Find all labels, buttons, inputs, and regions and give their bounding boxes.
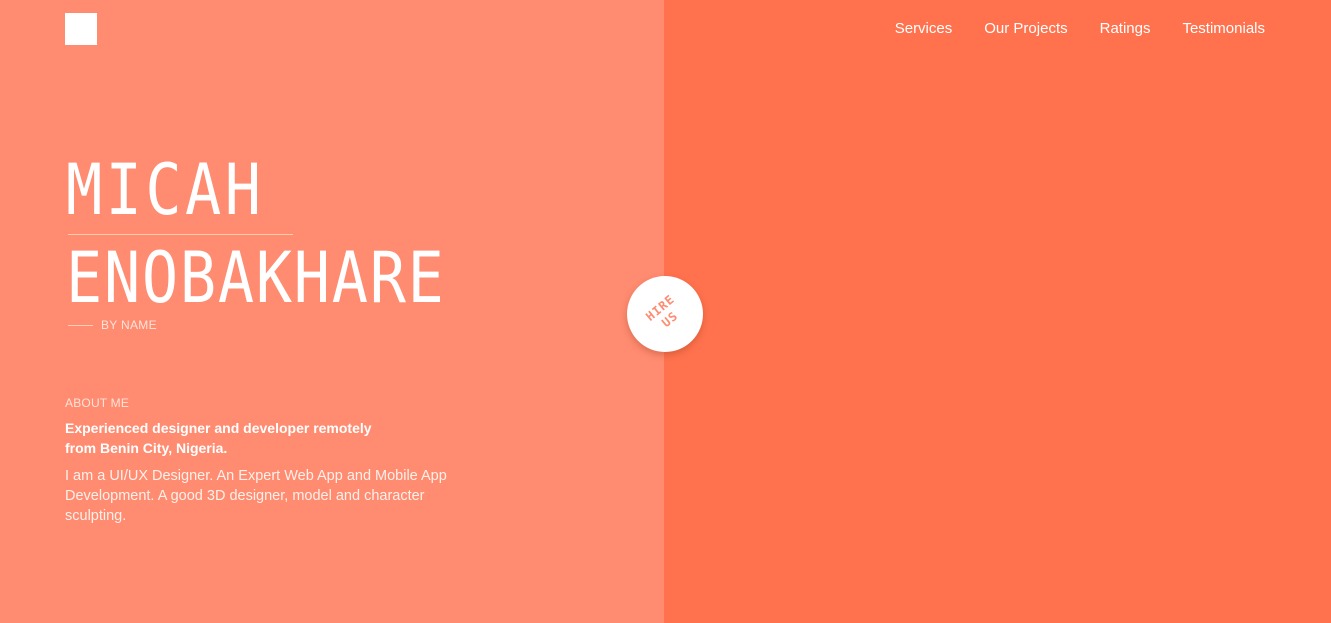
nav-link-services[interactable]: Services	[895, 19, 953, 39]
nav-item-testimonials: Testimonials	[1182, 19, 1265, 39]
right-panel	[664, 0, 1331, 623]
nav-link-ratings[interactable]: Ratings	[1100, 19, 1151, 39]
nav-link-testimonials[interactable]: Testimonials	[1182, 19, 1265, 39]
hero-first-name: MICAH	[66, 149, 265, 231]
nav-link-our-projects[interactable]: Our Projects	[984, 19, 1067, 39]
about-lead: Experienced designer and developer remot…	[65, 418, 415, 458]
top-nav: Services Our Projects Ratings Testimonia…	[895, 19, 1265, 39]
about-lead-line2: from Benin City, Nigeria.	[65, 440, 228, 456]
by-label: BY NAME	[101, 318, 157, 332]
nav-item-ratings: Ratings	[1100, 19, 1151, 39]
by-dash	[68, 324, 93, 326]
about-body: I am a UI/UX Designer. An Expert Web App…	[65, 468, 447, 524]
by-line: BY NAME	[68, 318, 157, 332]
about-heading: ABOUT ME	[65, 396, 130, 410]
logo[interactable]	[65, 13, 97, 45]
name-divider	[68, 234, 293, 235]
nav-item-our-projects: Our Projects	[984, 19, 1067, 39]
about-lead-line1: Experienced designer and developer remot…	[65, 420, 372, 436]
nav-item-services: Services	[895, 19, 953, 39]
hire-us-button[interactable]: HIRE US	[627, 276, 703, 352]
hero-last-name: ENOBAKHARE	[66, 237, 446, 319]
hire-us-label: HIRE US	[643, 292, 687, 336]
